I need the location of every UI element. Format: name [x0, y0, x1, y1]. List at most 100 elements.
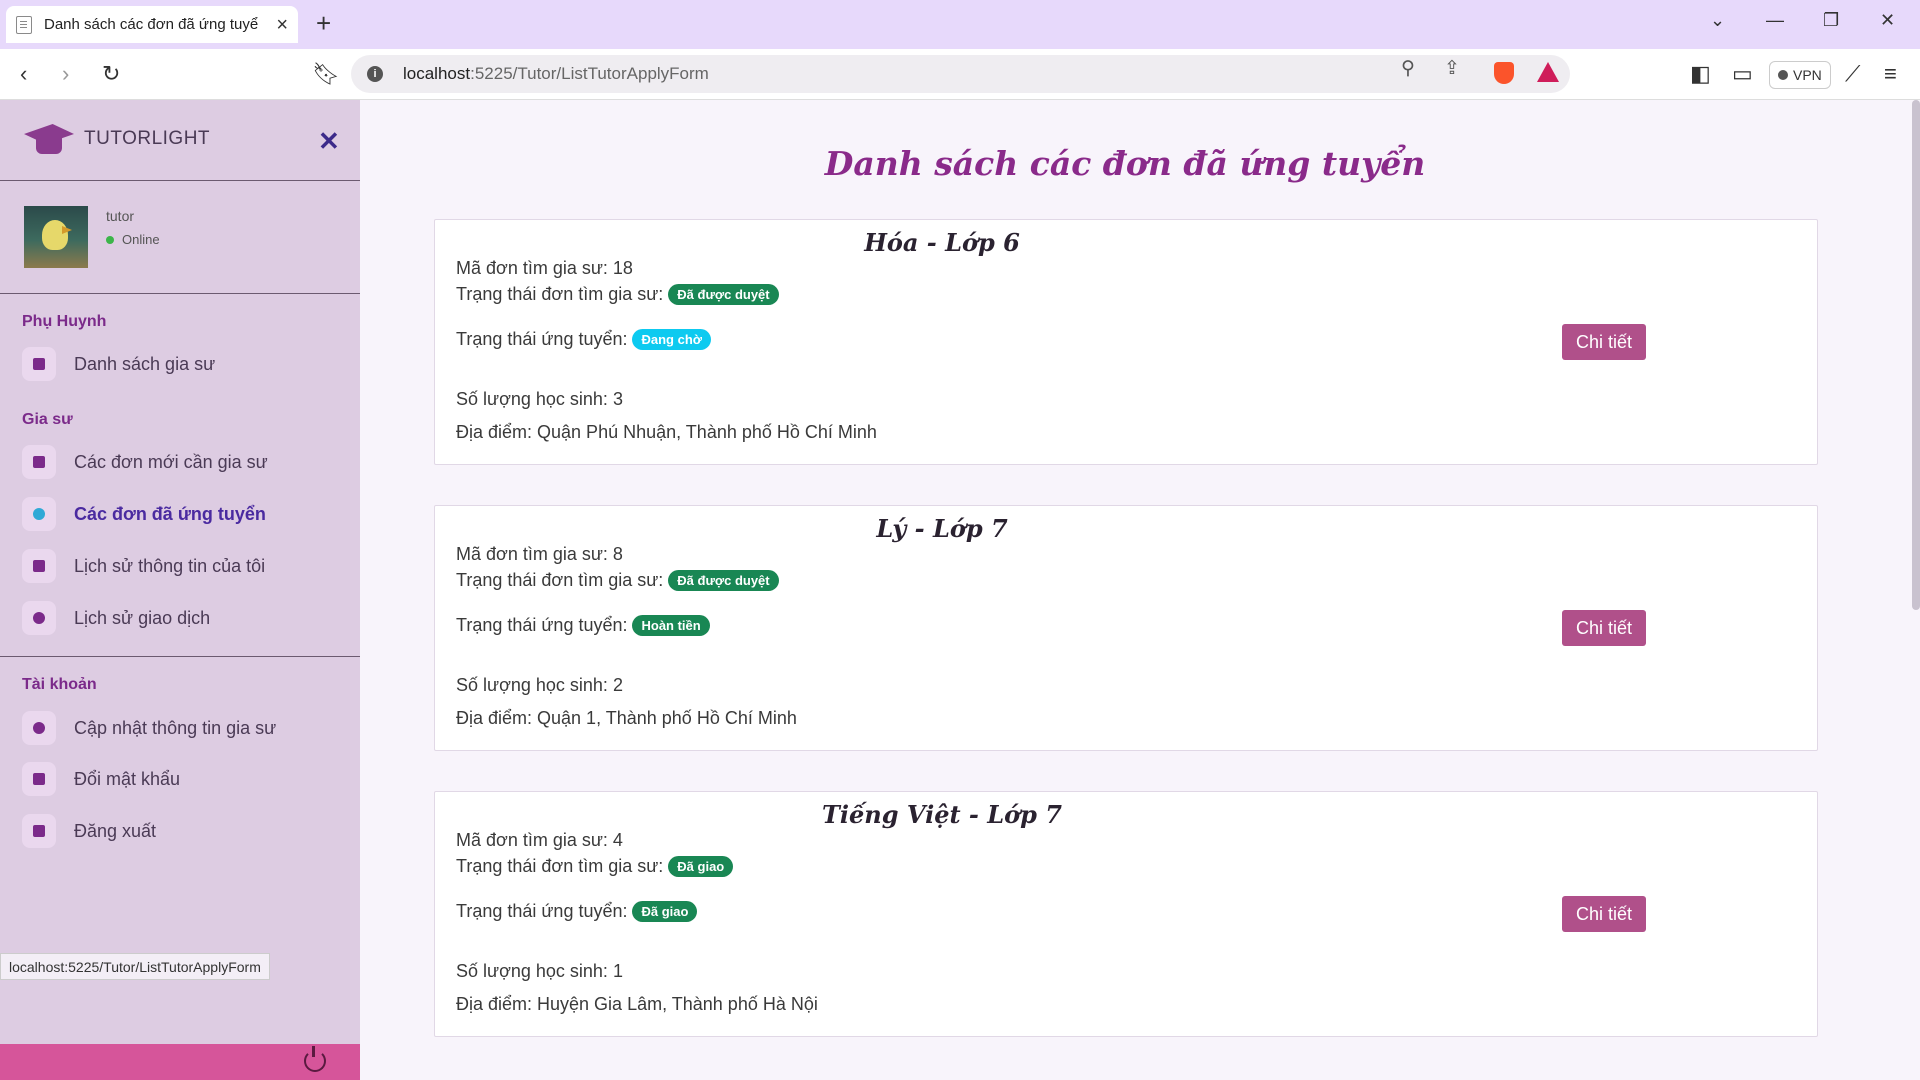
section-title-parents: Phụ Huynh	[22, 313, 107, 330]
minimize-icon[interactable]: —	[1766, 10, 1784, 31]
browser-toolbar: ‹ › ↻ 🔖︎ i localhost :5225/Tutor/ListTut…	[0, 49, 1920, 100]
bookmark-icon[interactable]: 🔖︎	[312, 61, 340, 87]
forward-icon[interactable]: ›	[62, 61, 69, 87]
online-dot-icon	[106, 235, 114, 244]
section-title-account: Tài khoản	[22, 676, 97, 693]
unlock-icon	[22, 762, 56, 796]
close-tab-icon[interactable]: ×	[276, 15, 288, 35]
close-sidebar-icon[interactable]: ✕	[318, 126, 340, 157]
sidebar-toggle-icon[interactable]: ◧	[1690, 61, 1711, 87]
brave-shields-icon[interactable]	[1494, 62, 1514, 84]
calendar-icon	[22, 445, 56, 479]
close-window-icon[interactable]: ✕	[1880, 10, 1895, 31]
wallet-icon[interactable]: ▭	[1732, 61, 1753, 87]
form-status-badge: Đã được duyệt	[668, 284, 779, 305]
zoom-icon[interactable]: ⚲	[1401, 57, 1415, 80]
brand-name: TUTORLIGHT	[84, 128, 211, 149]
main-content: Danh sách các đơn đã ứng tuyển Hóa - Lớp…	[360, 100, 1920, 1080]
divider	[0, 656, 360, 657]
sidebar-footer	[0, 1044, 360, 1080]
sidebar-item-applied-forms[interactable]: Các đơn đã ứng tuyển	[22, 496, 266, 532]
back-icon[interactable]: ‹	[20, 61, 27, 87]
student-count: Số lượng học sinh: 1	[456, 961, 623, 981]
card-title: Tiếng Việt - Lớp 7	[822, 800, 1062, 829]
sidebar-item-label: Đăng xuất	[74, 820, 157, 841]
form-status-row: Trạng thái đơn tìm gia sư: Đã được duyệt	[456, 570, 779, 591]
sidebar-item-label: Các đơn đã ứng tuyển	[74, 503, 266, 524]
new-tab-icon[interactable]: +	[316, 10, 331, 36]
form-status-label: Trạng thái đơn tìm gia sư:	[456, 570, 664, 590]
site-info-icon[interactable]: i	[367, 66, 383, 82]
student-count: Số lượng học sinh: 3	[456, 389, 623, 409]
detail-button[interactable]: Chi tiết	[1562, 324, 1646, 360]
card-title: Hóa - Lớp 6	[864, 228, 1020, 257]
form-status-row: Trạng thái đơn tìm gia sư: Đã được duyệt	[456, 284, 779, 305]
apply-status-badge: Đang chờ	[632, 329, 712, 350]
application-card: Lý - Lớp 7 Mã đơn tìm gia sư: 8 Trạng th…	[434, 505, 1818, 751]
user-name: tutor	[106, 208, 135, 224]
tab-title: Danh sách các đơn đã ứng tuyể	[44, 16, 259, 33]
form-id: Mã đơn tìm gia sư: 18	[456, 258, 633, 278]
sidebar-item-tutor-list[interactable]: Danh sách gia sư	[22, 346, 215, 382]
share-icon[interactable]: ⇪	[1444, 57, 1460, 80]
tab-search-icon[interactable]: ⌄	[1710, 10, 1725, 31]
reload-icon[interactable]: ↻	[102, 61, 120, 87]
leo-ai-icon[interactable]: ⟋	[1845, 61, 1860, 87]
location: Địa điểm: Huyện Gia Lâm, Thành phố Hà Nộ…	[456, 994, 818, 1014]
graduation-cap-icon	[24, 120, 74, 158]
sidebar-item-new-forms[interactable]: Các đơn mới cần gia sư	[22, 444, 268, 480]
sidebar-item-label: Các đơn mới cần gia sư	[74, 451, 268, 472]
apply-status-label: Trạng thái ứng tuyển:	[456, 615, 628, 635]
application-card: Hóa - Lớp 6 Mã đơn tìm gia sư: 18 Trạng …	[434, 219, 1818, 465]
page-icon	[16, 15, 32, 34]
apply-status-row: Trạng thái ứng tuyển: Đã giao	[456, 901, 698, 922]
sidebar-item-update-profile[interactable]: Cập nhật thông tin gia sư	[22, 710, 276, 746]
divider	[0, 180, 360, 181]
maximize-icon[interactable]: ❐	[1823, 10, 1839, 31]
form-status-badge: Đã được duyệt	[668, 570, 779, 591]
apply-status-badge: Đã giao	[632, 901, 698, 922]
student-count: Số lượng học sinh: 2	[456, 675, 623, 695]
sidebar-item-logout[interactable]: Đăng xuất	[22, 813, 156, 849]
avatar	[24, 206, 88, 268]
sidebar-item-change-password[interactable]: Đổi mật khẩu	[22, 761, 180, 797]
vpn-button[interactable]: VPN	[1769, 61, 1831, 89]
brand-logo[interactable]: TUTORLIGHT	[24, 120, 210, 158]
sidebar-item-label: Cập nhật thông tin gia sư	[74, 717, 277, 738]
apply-status-row: Trạng thái ứng tuyển: Hoàn tiền	[456, 615, 710, 636]
form-id: Mã đơn tìm gia sư: 8	[456, 544, 623, 564]
url-host: localhost	[403, 64, 471, 83]
form-status-badge: Đã giao	[668, 856, 734, 877]
sidebar-item-transactions[interactable]: Lịch sử giao dịch	[22, 600, 210, 636]
page-scrollbar[interactable]	[1912, 100, 1920, 610]
divider	[0, 293, 360, 294]
browser-tab-bar: Danh sách các đơn đã ứng tuyể × + ⌄ — ❐ …	[0, 0, 1920, 49]
apply-status-label: Trạng thái ứng tuyển:	[456, 329, 628, 349]
apply-status-label: Trạng thái ứng tuyển:	[456, 901, 628, 921]
power-icon[interactable]	[304, 1046, 326, 1072]
apply-status-row: Trạng thái ứng tuyển: Đang chờ	[456, 329, 712, 350]
sidebar-item-my-history[interactable]: Lịch sử thông tin của tôi	[22, 548, 265, 584]
form-status-label: Trạng thái đơn tìm gia sư:	[456, 856, 664, 876]
location: Địa điểm: Quận 1, Thành phố Hồ Chí Minh	[456, 708, 797, 728]
apply-status-badge: Hoàn tiền	[632, 615, 710, 636]
detail-button[interactable]: Chi tiết	[1562, 896, 1646, 932]
sidebar-item-label: Lịch sử giao dịch	[74, 607, 211, 628]
browser-tab[interactable]: Danh sách các đơn đã ứng tuyể ×	[6, 6, 298, 43]
vpn-label: VPN	[1793, 67, 1822, 83]
card-title: Lý - Lớp 7	[876, 514, 1008, 543]
brave-rewards-icon[interactable]	[1537, 62, 1559, 82]
status-bar-url: localhost:5225/Tutor/ListTutorApplyForm	[0, 953, 270, 980]
form-status-row: Trạng thái đơn tìm gia sư: Đã giao	[456, 856, 734, 877]
check-circle-icon	[22, 497, 56, 531]
menu-icon[interactable]: ≡	[1884, 61, 1897, 87]
sidebar-item-label: Đổi mật khẩu	[74, 768, 181, 789]
form-status-label: Trạng thái đơn tìm gia sư:	[456, 284, 664, 304]
location: Địa điểm: Quận Phú Nhuận, Thành phố Hồ C…	[456, 422, 877, 442]
logout-icon	[22, 814, 56, 848]
history-icon	[22, 601, 56, 635]
address-bar[interactable]: i localhost :5225/Tutor/ListTutorApplyFo…	[351, 55, 1570, 93]
user-status: Online	[106, 232, 160, 247]
application-card: Tiếng Việt - Lớp 7 Mã đơn tìm gia sư: 4 …	[434, 791, 1818, 1037]
detail-button[interactable]: Chi tiết	[1562, 610, 1646, 646]
